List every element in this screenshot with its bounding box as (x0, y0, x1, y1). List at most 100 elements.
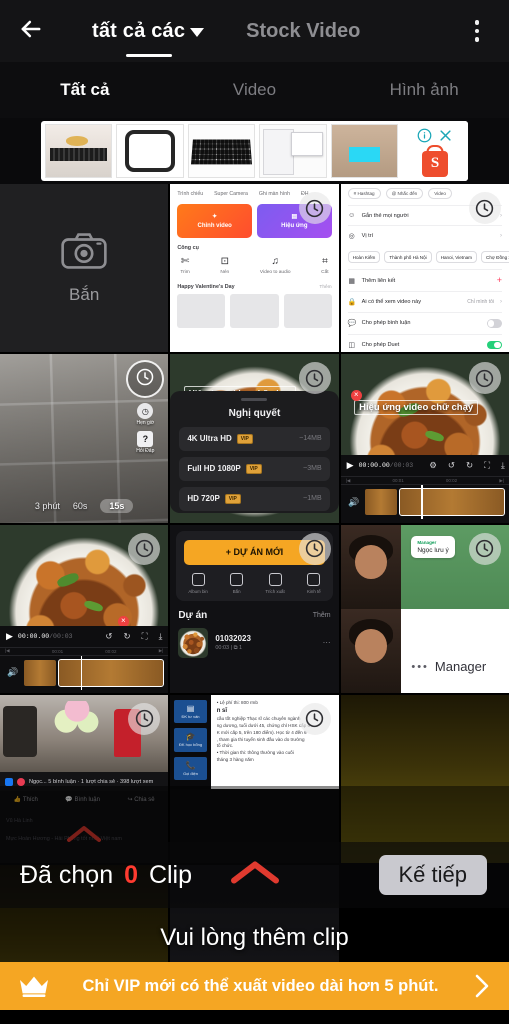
editor-section-header: Happy Valentine's Day Thêm (177, 284, 331, 290)
graduation-icon: 🎓 (185, 732, 196, 742)
post-row-comments: 💬 Cho phép bình luận (347, 312, 502, 334)
shopee-ad-banner[interactable]: S (41, 121, 468, 181)
vip-badge: VIP (224, 493, 241, 504)
grid-cell-editor-home[interactable]: Trình chiếu Super Camera Ghi màn hình ĐH… (170, 184, 339, 353)
grid-cell-capcut-home[interactable]: + DỰ ÁN MỚI Album bin Bắn Trích xuất Kin… (170, 524, 339, 693)
playhead[interactable] (80, 655, 83, 690)
doc-line: , tham gia thi tuyển sinh đầu vào do trư… (216, 736, 305, 742)
timer-label: Hẹn giờ (136, 420, 155, 427)
row-value: Chỉ mình tôi (467, 299, 494, 305)
clock-icon (298, 532, 331, 565)
post-row-add-link: ▦ Thêm liên kết + (347, 269, 502, 291)
grid-cell-video-editor-a[interactable]: Hiệu ứng video chữ chạy × ▶ 00:00.00/00:… (340, 354, 509, 523)
timeline-clip-selected[interactable] (58, 658, 165, 687)
redo-icon[interactable]: ↻ (466, 460, 473, 471)
grid-cell-ceiling-video[interactable]: ◷ Hẹn giờ ? Hỏi Đáp 3 phút 60s 15s (0, 354, 169, 523)
next-button[interactable]: Kế tiếp (378, 855, 487, 895)
grid-cell-facebook[interactable]: Ngọc... 5 bình luận · 1 lượt chia sẻ · 3… (0, 694, 169, 864)
back-arrow-icon (17, 15, 45, 48)
timeline-clip[interactable] (24, 659, 57, 686)
timeline-clip-selected[interactable] (399, 488, 505, 517)
export-icon[interactable]: ⤓ (501, 460, 505, 471)
chip-hashtag: # Hashtag (347, 188, 381, 199)
ad-thumb-fan-frame[interactable] (116, 124, 184, 178)
photo-person (340, 524, 402, 609)
tool-script: Kinh tế (307, 572, 321, 594)
row-label: Cho phép bình luận (361, 320, 411, 327)
selection-bar: Đã chọn 0 Clip Kế tiếp (0, 842, 509, 908)
tab-all[interactable]: Tất cả (0, 80, 170, 100)
chat-sender: Manager (417, 540, 437, 546)
qa-label: Hỏi Đáp (136, 448, 155, 455)
grid-cell-resolution-sheet[interactable]: Hiệu ứng video chữ chạy Nghị quyết 4K Ul… (170, 354, 339, 523)
project-name: 01032023 (215, 633, 251, 643)
fullscreen-icon[interactable]: ⛶ (484, 460, 490, 471)
vip-promo-bar[interactable]: Chỉ VIP mới có thể xuất video dài hơn 5 … (0, 962, 509, 1010)
kebab-menu-icon[interactable] (463, 17, 491, 45)
location-chip: Hoàn Kiếm (347, 251, 381, 263)
tool-label: Album bin (188, 588, 208, 594)
stock-video-tab[interactable]: Stock Video (246, 20, 360, 43)
fullscreen-icon[interactable]: ⛶ (142, 631, 148, 642)
close-icon[interactable] (438, 128, 453, 148)
toggle-comments (486, 319, 502, 328)
play-icon[interactable]: ▶ (347, 460, 354, 471)
grid-cell-chat[interactable]: Manager Ngọc lưu ý ••• Manager (340, 524, 509, 693)
chevron-down-icon (190, 28, 205, 37)
editor-chrome: ▶ 00:00.00/00:03 ⚙ ↺ ↻ ⛶ ⤓ |◀ 00:01 00:02 ▶… (340, 455, 509, 523)
app-screen: tất cả các Stock Video Tất cả Video Hình… (0, 0, 509, 1024)
tool-compress: ⊡ Nén (220, 257, 229, 276)
sheet-grabber (241, 398, 268, 401)
grid-cell-document[interactable]: ▤ ĐK tư vấn 🎓 ĐK học bổng 📞 Gọi điện • L… (170, 694, 339, 864)
doc-button-label: ĐK tư vấn (181, 713, 200, 719)
tab-video[interactable]: Video (170, 80, 340, 100)
tool-extract: Trích xuất (265, 572, 285, 594)
export-icon[interactable]: ⤓ (159, 631, 163, 642)
facebook-stats-text: Ngọc... 5 bình luận · 1 lượt chia sẻ · 3… (29, 778, 154, 785)
play-icon[interactable]: ▶ (6, 631, 13, 642)
resolution-option-4k: 4K Ultra HD VIP ~14MB (179, 426, 330, 451)
shopee-bag-icon[interactable]: S (422, 150, 448, 177)
chevron-right-icon[interactable] (471, 973, 491, 999)
timeline-track[interactable]: 🔊 (341, 485, 509, 520)
grid-cell-camera[interactable]: Bắn (0, 184, 169, 353)
timeline-clip[interactable] (364, 489, 398, 516)
ad-thumb-keyboard[interactable] (187, 124, 256, 178)
grid-cell-tiktok-post[interactable]: # Hashtag @ Nhắc đến Video ☺ Gắn thẻ mọi… (340, 184, 509, 353)
tab-images[interactable]: Hình ảnh (339, 80, 509, 100)
volume-icon[interactable]: 🔊 (346, 497, 362, 508)
album-selector[interactable]: tất cả các (92, 20, 205, 57)
script-icon (307, 572, 321, 586)
effects-icon: ▤ (291, 214, 298, 220)
post-row-location: ◎ Vị trí › (347, 225, 502, 246)
resolution-sheet: Nghị quyết 4K Ultra HD VIP ~14MB Full HD… (170, 391, 339, 513)
volume-icon[interactable]: 🔊 (5, 667, 21, 678)
resolution-option-720p: HD 720P VIP ~1MB (179, 486, 330, 511)
project-thumbnail (178, 627, 209, 658)
editor-section-title: Happy Valentine's Day (177, 284, 235, 290)
chevron-up-icon[interactable] (227, 858, 283, 893)
settings-icon[interactable]: ⚙ (429, 460, 437, 471)
redo-icon[interactable]: ↻ (123, 631, 130, 642)
back-button[interactable] (0, 0, 62, 62)
undo-icon[interactable]: ↺ (105, 631, 112, 642)
timeline-track[interactable]: 🔊 (0, 655, 168, 690)
doc-line: tổ chức. (216, 743, 234, 749)
undo-icon[interactable]: ↺ (448, 460, 455, 471)
ad-thumb-cable[interactable] (45, 124, 113, 178)
vip-badge: VIP (236, 433, 253, 444)
top-bar: tất cả các Stock Video (0, 0, 509, 62)
grid-cell-poster-a[interactable] (340, 694, 509, 864)
selection-text: Đã chọn 0 Clip (20, 861, 192, 890)
grid-cell-video-editor-b[interactable]: × ▶ 00:00.00/00:03 ↺ ↻ ⛶ ⤓ |◀ 00:01 00:02 ▶… (0, 524, 169, 693)
duration-option-selected: 15s (100, 498, 134, 513)
magic-wand-icon: ✦ (212, 214, 218, 220)
ad-thumb-software[interactable] (259, 124, 327, 178)
edit-video-card: ✦ Chỉnh video (177, 204, 252, 238)
playhead[interactable] (421, 485, 423, 520)
clock-icon (468, 532, 501, 565)
timecode: 00:00.00/00:03 (17, 632, 73, 640)
edit-video-label: Chỉnh video (197, 223, 232, 229)
chat-manager-row: ••• Manager (411, 659, 486, 674)
ad-thumb-document[interactable] (330, 124, 399, 178)
